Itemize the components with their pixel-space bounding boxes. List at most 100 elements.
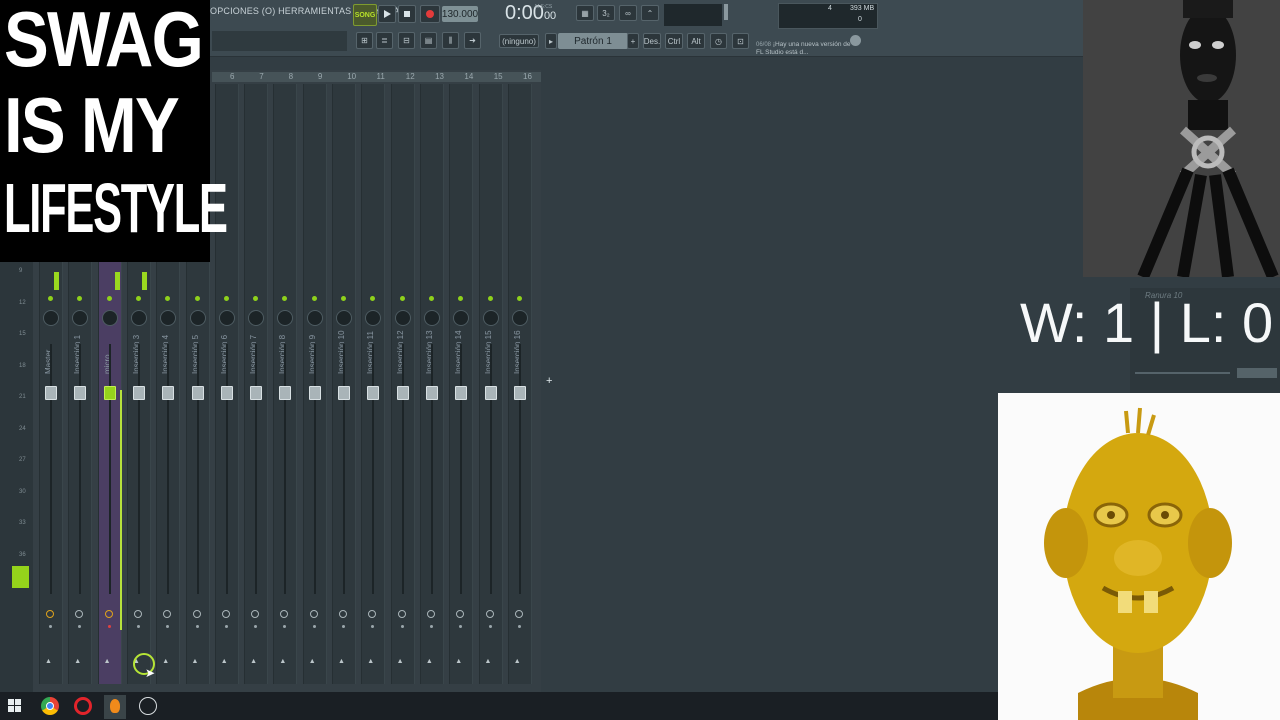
mixer-strip[interactable]: Inserción 5 ▲ [185, 262, 210, 684]
route-arrow-icon[interactable]: ▲ [250, 658, 257, 665]
pan-knob[interactable] [248, 310, 265, 326]
mute-led[interactable] [399, 296, 405, 301]
pan-knob[interactable] [482, 310, 499, 326]
next-button[interactable]: ➜ [464, 32, 481, 49]
pan-knob[interactable] [394, 310, 411, 326]
pan-knob[interactable] [101, 310, 118, 326]
route-icon[interactable] [46, 610, 54, 618]
route-icon[interactable] [163, 610, 172, 618]
mixer-strip[interactable]: Inserción 13 ▲ [419, 84, 444, 684]
volume-fader[interactable] [338, 386, 350, 400]
mute-led[interactable] [311, 296, 317, 301]
volume-fader[interactable] [45, 386, 57, 400]
send-dot[interactable] [254, 625, 258, 628]
pan-knob[interactable] [277, 310, 294, 326]
opera-icon[interactable] [74, 697, 92, 715]
send-dot[interactable] [488, 625, 492, 628]
mixer-button[interactable]: ⫼ [442, 32, 459, 49]
browser-button[interactable]: ▤ [420, 32, 437, 49]
route-arrow-icon[interactable]: ▲ [514, 658, 521, 665]
mixer-strip[interactable]: Inserción 16 ▲ [507, 84, 532, 684]
route-arrow-icon[interactable]: ▲ [74, 658, 81, 665]
pan-knob[interactable] [306, 310, 323, 326]
mute-led[interactable] [48, 296, 53, 301]
pan-knob[interactable] [160, 310, 177, 326]
send-dot[interactable] [78, 625, 82, 628]
mute-led[interactable] [516, 296, 522, 301]
mute-led[interactable] [458, 296, 464, 301]
volume-fader[interactable] [484, 386, 497, 400]
mute-led[interactable] [282, 296, 288, 301]
send-dot[interactable] [459, 625, 463, 628]
route-icon[interactable] [485, 610, 494, 618]
route-icon[interactable] [426, 610, 435, 618]
volume-fader[interactable] [103, 386, 116, 400]
typing-keyboard-button[interactable]: ▦ [576, 5, 594, 21]
route-arrow-icon[interactable]: ▲ [367, 658, 374, 665]
volume-fader[interactable] [367, 386, 380, 400]
route-arrow-icon[interactable]: ▲ [397, 658, 404, 665]
route-icon[interactable] [309, 610, 318, 618]
send-dot[interactable] [400, 625, 404, 628]
song-mode-button[interactable]: SONG [353, 4, 377, 26]
mute-led[interactable] [77, 296, 83, 301]
mixer-strip[interactable]: Inserción 8 ▲ [273, 84, 298, 684]
mixer-strip[interactable]: Inserción 11 ▲ [361, 84, 386, 684]
pattern-arrow-button[interactable]: ▸ [545, 33, 557, 49]
send-dot[interactable] [107, 625, 111, 628]
route-arrow-icon[interactable]: ▲ [485, 658, 492, 665]
mixer-strip[interactable]: Inserción 15 ▲ [478, 84, 503, 684]
pan-knob[interactable] [423, 310, 440, 326]
pan-knob[interactable] [336, 310, 352, 326]
mixer-strip[interactable]: Inserción 12 ▲ [390, 84, 415, 684]
pan-knob[interactable] [130, 310, 147, 326]
route-icon[interactable] [251, 610, 260, 618]
mute-led[interactable] [194, 296, 200, 301]
route-arrow-icon[interactable]: ▲ [279, 658, 286, 665]
send-dot[interactable] [517, 625, 521, 628]
send-dot[interactable] [371, 625, 375, 628]
mute-led[interactable] [428, 296, 434, 301]
route-arrow-icon[interactable]: ▲ [426, 658, 433, 665]
mute-led[interactable] [341, 296, 346, 301]
windows-start-icon[interactable] [8, 699, 22, 713]
undo-button[interactable]: Des. [643, 33, 661, 49]
send-dot[interactable] [136, 625, 140, 628]
route-arrow-icon[interactable]: ▲ [45, 658, 52, 665]
send-dot[interactable] [195, 625, 199, 628]
tempo-tap-button[interactable]: ◷ [710, 33, 727, 49]
mute-led[interactable] [487, 296, 493, 301]
send-dot[interactable] [283, 625, 287, 628]
slot-buttons[interactable] [1237, 368, 1277, 378]
stop-button[interactable] [398, 5, 416, 23]
pan-knob[interactable] [189, 310, 206, 326]
loop-record-button[interactable]: ∞ [619, 5, 637, 21]
volume-fader[interactable] [162, 386, 175, 400]
mixer-strip[interactable]: Inserción 1 ▲ [68, 262, 93, 684]
mute-led[interactable] [165, 296, 171, 301]
step-edit-button[interactable]: 3₂ [597, 5, 615, 21]
tempo-display[interactable]: 130.000 [442, 6, 478, 22]
mixer-strip[interactable]: Inserción 14 ▲ [449, 84, 474, 684]
volume-fader[interactable] [455, 386, 468, 400]
pan-knob[interactable] [365, 310, 382, 326]
pan-knob[interactable] [218, 310, 235, 326]
route-icon[interactable] [75, 610, 84, 618]
route-arrow-icon[interactable]: ▲ [309, 658, 316, 665]
mute-led[interactable] [135, 296, 141, 301]
mute-led[interactable] [370, 296, 376, 301]
send-dot[interactable] [312, 625, 316, 628]
route-icon[interactable] [133, 610, 142, 618]
volume-fader[interactable] [220, 386, 233, 400]
volume-fader[interactable] [396, 386, 409, 400]
route-icon[interactable] [397, 610, 406, 618]
volume-fader[interactable] [279, 386, 292, 400]
mixer-strip[interactable]: Inserción 4 ▲ [156, 262, 181, 684]
pattern-selector[interactable]: Patrón 1 [558, 33, 628, 49]
globe-icon[interactable] [850, 35, 861, 46]
fl-studio-icon[interactable] [104, 695, 126, 719]
send-dot[interactable] [166, 625, 170, 628]
add-pattern-button[interactable]: + [627, 33, 639, 49]
volume-fader[interactable] [513, 386, 526, 400]
mixer-strip[interactable]: Inserción 3 ▲ [126, 262, 151, 684]
